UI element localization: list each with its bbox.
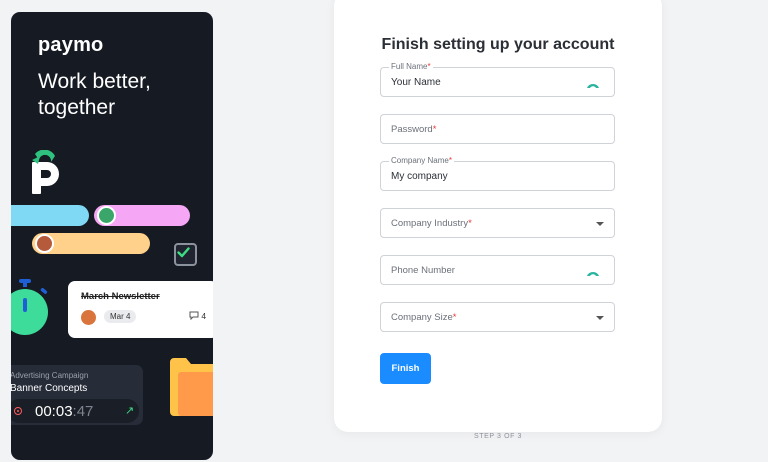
promo-tagline: Work better, together (38, 70, 151, 119)
autofill-icon[interactable] (586, 265, 600, 277)
full-name-field[interactable]: Full Name* Your Name (380, 62, 615, 97)
comment-icon (189, 311, 199, 321)
avatar (35, 234, 54, 253)
chevron-down-icon[interactable] (596, 316, 604, 320)
trend-up-icon: ↗ (125, 405, 135, 417)
full-name-label: Full Name* (389, 62, 433, 71)
timer-time-seconds: :47 (72, 403, 94, 420)
task-card: March Newsletter Mar 4 4 (68, 281, 213, 338)
promo-panel: paymo Work better, together March Newsle… (11, 12, 213, 460)
step-indicator: STEP 3 OF 3 (473, 433, 523, 440)
folder-icon (170, 358, 213, 416)
stopwatch-icon (11, 279, 48, 335)
company-name-value[interactable]: My company (391, 171, 448, 182)
timeline-bar-pink (94, 205, 190, 226)
company-size-select[interactable]: Company Size* (380, 302, 615, 332)
timer-time: 00:03:47 (35, 403, 93, 420)
company-name-field[interactable]: Company Name* My company (380, 156, 615, 191)
timer-time-main: 00:03 (35, 403, 73, 420)
avatar (81, 310, 96, 325)
paymo-logo: paymo (38, 34, 104, 56)
check-icon (177, 247, 190, 258)
timer-widget: Advertising Campaign Banner Concepts 00:… (11, 365, 143, 425)
chevron-down-icon[interactable] (596, 222, 604, 226)
company-name-label: Company Name* (389, 156, 454, 165)
autofill-icon[interactable] (586, 77, 600, 89)
password-placeholder: Password* (391, 124, 437, 135)
timer-task: Banner Concepts (11, 383, 88, 394)
paymo-p-icon (32, 150, 59, 194)
comment-count: 4 (189, 311, 206, 321)
timeline-bar-blue (11, 205, 89, 226)
password-field[interactable]: Password* (380, 114, 615, 144)
task-date-badge: Mar 4 (104, 310, 137, 323)
full-name-value[interactable]: Your Name (391, 77, 441, 88)
company-industry-select[interactable]: Company Industry* (380, 208, 615, 238)
phone-number-field[interactable]: Phone Number (380, 255, 615, 285)
company-industry-placeholder: Company Industry* (391, 218, 472, 229)
signup-form-card: Finish setting up your account Full Name… (334, 0, 662, 432)
checkbox-checked-icon (174, 243, 197, 266)
phone-number-placeholder: Phone Number (391, 265, 455, 276)
timeline-bar-orange (32, 233, 150, 254)
task-title: March Newsletter (81, 291, 160, 302)
record-icon (14, 407, 22, 415)
finish-button[interactable]: Finish (380, 353, 431, 384)
timer-project: Advertising Campaign (11, 371, 89, 380)
avatar (97, 206, 116, 225)
timer-strip: 00:03:47 ↗ (11, 399, 139, 423)
comment-count-value: 4 (201, 311, 207, 321)
company-size-placeholder: Company Size* (391, 312, 457, 323)
form-title: Finish setting up your account (381, 36, 615, 53)
